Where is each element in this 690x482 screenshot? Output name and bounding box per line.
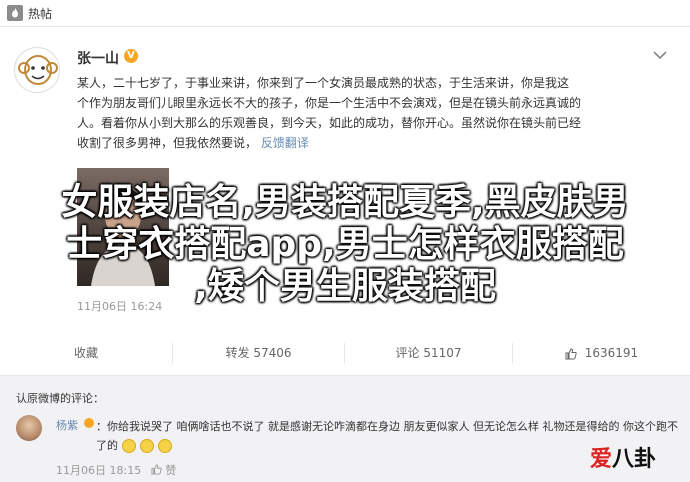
monkey-avatar-icon (16, 49, 59, 92)
comment-like-label[interactable]: 赞 (165, 464, 176, 477)
comment-time: 11月06日 18:15 赞 (56, 462, 176, 478)
overlay-line: 女服装店名,男装搭配夏季,黑皮肤男 (61, 182, 629, 223)
chevron-down-icon[interactable] (653, 50, 667, 60)
action-bar: 收藏 转发 57406 评论 51107 1636191 (0, 341, 690, 365)
page-title: 热帖 (28, 7, 53, 21)
fire-icon (7, 5, 23, 21)
smile-emoji-icon (122, 439, 136, 453)
post-line-text: 收割了很多男神，但我依然要说， (77, 136, 258, 150)
comment-label: 评论 51107 (395, 346, 462, 360)
watermark-logo: 爱八卦 (590, 441, 656, 473)
post-line: 个作为朋友哥们儿眼里永远长不大的孩子，你是一个生活中不会演戏，但是在镜头前永远真… (77, 96, 582, 110)
comment-button[interactable]: 评论 51107 (345, 341, 512, 365)
post-line: 人。看着你从小到大那么的乐观善良，到今天，如此的成功，替你开心。虽然说你在镜头前… (77, 116, 582, 130)
author-name[interactable]: 张一山 (77, 48, 119, 68)
author-avatar[interactable] (14, 47, 60, 93)
verified-badge-icon: V (124, 49, 138, 63)
comment-time-text: 11月06日 18:15 (56, 464, 142, 477)
thumbs-up-icon[interactable] (151, 464, 162, 475)
thumbs-up-icon (565, 347, 577, 359)
comments-section: 认原微博的评论： 杨紫 ：你给我说哭了 咱俩啥话也不说了 就是感谢无论咋滴都在身… (0, 375, 690, 482)
like-button[interactable]: 1636191 (513, 341, 690, 365)
repost-button[interactable]: 转发 57406 (173, 341, 344, 365)
logo-char-2: 八卦 (612, 446, 657, 472)
favorite-label: 收藏 (73, 346, 98, 360)
smile-emoji-icon (158, 439, 172, 453)
overlay-title: 女服装店名,男装搭配夏季,黑皮肤男 士穿衣搭配app,男士怎样衣服搭配 ,矮个男… (0, 182, 690, 308)
smile-emoji-icon (140, 439, 154, 453)
translate-link[interactable]: 反馈翻译 (261, 136, 309, 150)
top-bar: 热帖 (0, 0, 690, 27)
favorite-button[interactable]: 收藏 (0, 341, 172, 365)
post-line: 某人，二十七岁了，于事业来讲，你来到了一个女演员最成熟的状态，于生活来讲，你是我… (77, 76, 570, 90)
commenter-name[interactable]: 杨紫 (56, 417, 78, 433)
like-count: 1636191 (584, 346, 639, 360)
verified-badge-icon (84, 418, 94, 428)
post-line: 收割了很多男神，但我依然要说， 反馈翻译 (77, 133, 677, 153)
commenter-avatar[interactable] (16, 415, 42, 441)
comments-header: 认原微博的评论： (16, 392, 104, 405)
post-time: 11月06日 16:24 (77, 300, 163, 313)
logo-char-1: 爱 (590, 446, 613, 472)
overlay-line: 士穿衣搭配app,男士怎样衣服搭配 (66, 224, 624, 265)
repost-label: 转发 57406 (225, 346, 292, 360)
post-body: 某人，二十七岁了，于事业来讲，你来到了一个女演员最成熟的状态，于生活来讲，你是我… (77, 73, 677, 153)
